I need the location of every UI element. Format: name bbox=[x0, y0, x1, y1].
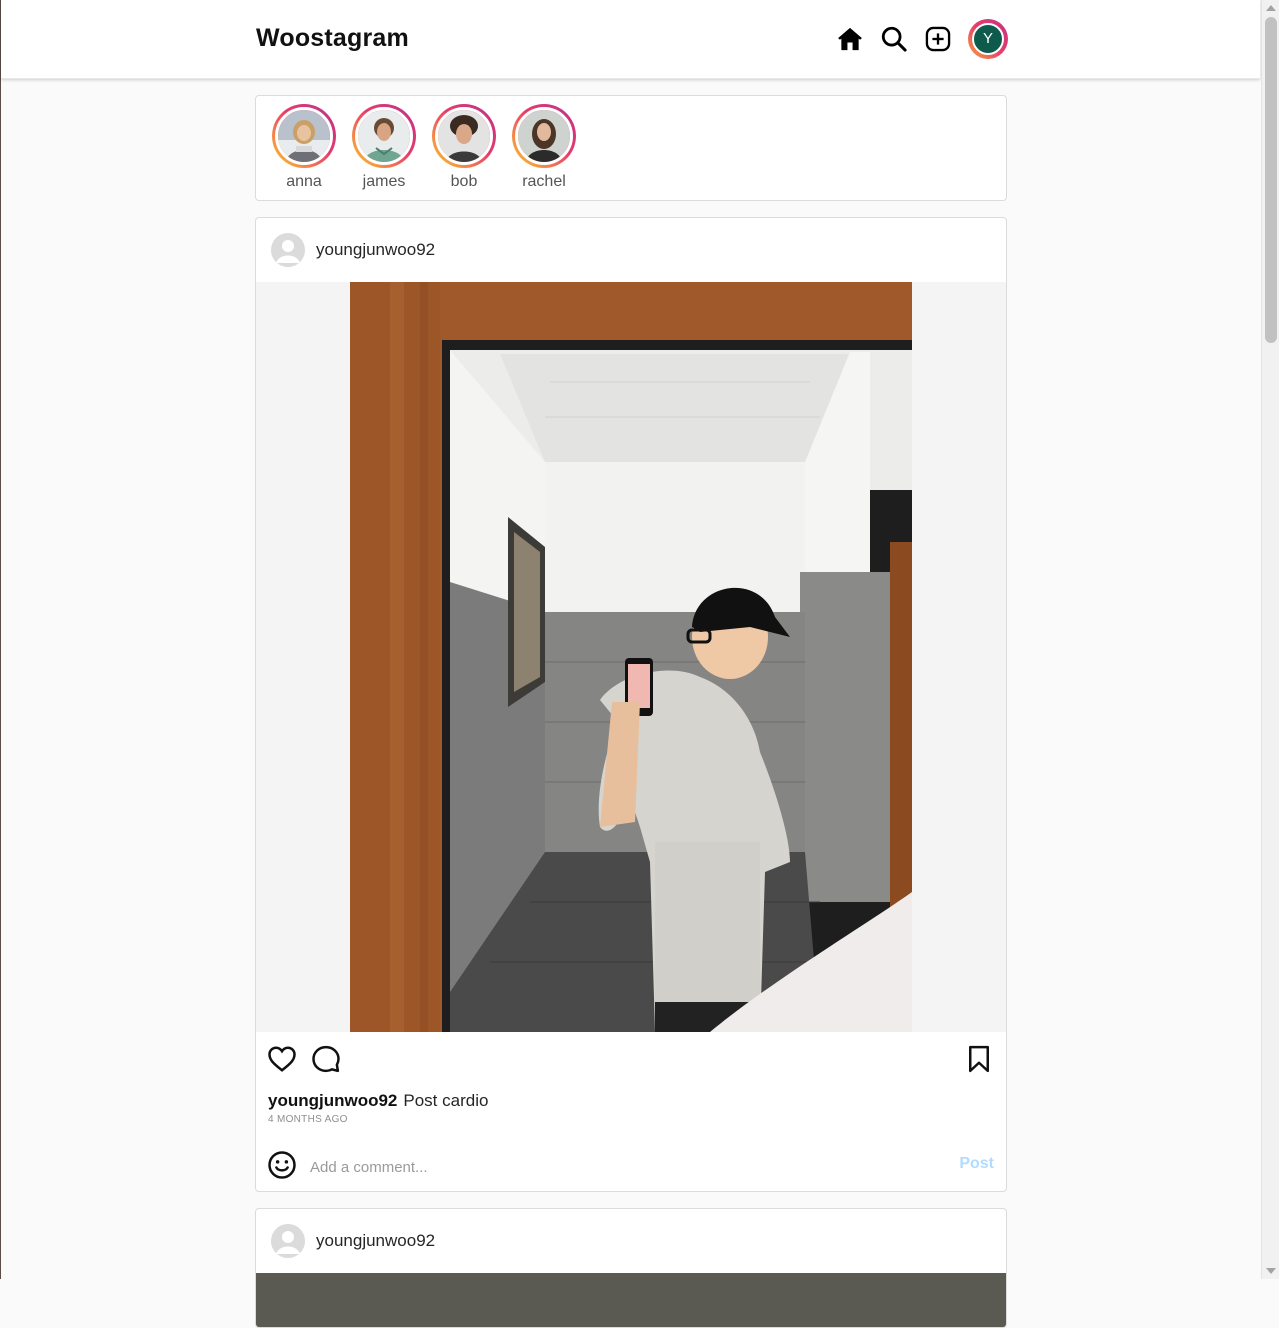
story-ring bbox=[352, 104, 416, 168]
post-timestamp: 4 MONTHS AGO bbox=[268, 1114, 348, 1125]
story-james[interactable]: james bbox=[344, 104, 424, 191]
search-icon[interactable] bbox=[880, 25, 908, 53]
caption-text: Post cardio bbox=[403, 1091, 489, 1110]
post-header: youngjunwoo92 bbox=[256, 1209, 1006, 1273]
emoji-icon[interactable] bbox=[267, 1150, 297, 1180]
scroll-thumb[interactable] bbox=[1265, 17, 1277, 343]
home-icon[interactable] bbox=[836, 25, 864, 53]
post-author-username[interactable]: youngjunwoo92 bbox=[316, 1231, 435, 1251]
story-ring bbox=[512, 104, 576, 168]
page-scrollbar[interactable] bbox=[1261, 0, 1279, 1279]
scroll-down-icon[interactable] bbox=[1266, 1268, 1276, 1274]
post-author-username[interactable]: youngjunwoo92 bbox=[316, 240, 435, 260]
story-avatar bbox=[275, 107, 333, 165]
stories-bar: anna james bob rachel bbox=[255, 95, 1007, 201]
feed-post: youngjunwoo92 bbox=[255, 1208, 1007, 1328]
story-bob[interactable]: bob bbox=[424, 104, 504, 191]
story-ring bbox=[432, 104, 496, 168]
comment-icon[interactable] bbox=[311, 1044, 341, 1074]
like-icon[interactable] bbox=[267, 1044, 297, 1074]
post-media bbox=[256, 282, 1006, 1032]
create-post-icon[interactable] bbox=[924, 25, 952, 53]
bookmark-icon[interactable] bbox=[964, 1044, 994, 1074]
story-username: james bbox=[362, 173, 406, 190]
post-header: youngjunwoo92 bbox=[256, 218, 1006, 282]
story-anna[interactable]: anna bbox=[264, 104, 344, 191]
story-username: bob bbox=[450, 173, 478, 190]
story-avatar bbox=[435, 107, 493, 165]
story-username: rachel bbox=[522, 173, 566, 190]
profile-initial: Y bbox=[972, 23, 1004, 55]
top-nav-bar: Woostagram Y bbox=[1, 0, 1260, 79]
scroll-up-icon[interactable] bbox=[1266, 5, 1276, 11]
feed-post: youngjunwoo92 bbox=[255, 217, 1007, 1192]
post-photo[interactable] bbox=[256, 1273, 1006, 1327]
comment-input[interactable] bbox=[308, 1153, 932, 1181]
story-avatar bbox=[355, 107, 413, 165]
post-actions bbox=[256, 1032, 1006, 1086]
story-rachel[interactable]: rachel bbox=[504, 104, 584, 191]
post-comment-button[interactable]: Post bbox=[959, 1155, 994, 1173]
caption-username[interactable]: youngjunwoo92 bbox=[268, 1091, 397, 1110]
profile-avatar[interactable]: Y bbox=[968, 19, 1008, 59]
app-logo[interactable]: Woostagram bbox=[256, 24, 409, 53]
post-caption: youngjunwoo92 Post cardio bbox=[268, 1091, 488, 1111]
post-photo[interactable] bbox=[350, 282, 912, 1032]
add-comment-row: Post bbox=[256, 1146, 1006, 1191]
story-avatar bbox=[515, 107, 573, 165]
post-author-avatar[interactable] bbox=[271, 1224, 305, 1258]
story-username: anna bbox=[286, 173, 322, 190]
story-ring bbox=[272, 104, 336, 168]
post-author-avatar[interactable] bbox=[271, 233, 305, 267]
